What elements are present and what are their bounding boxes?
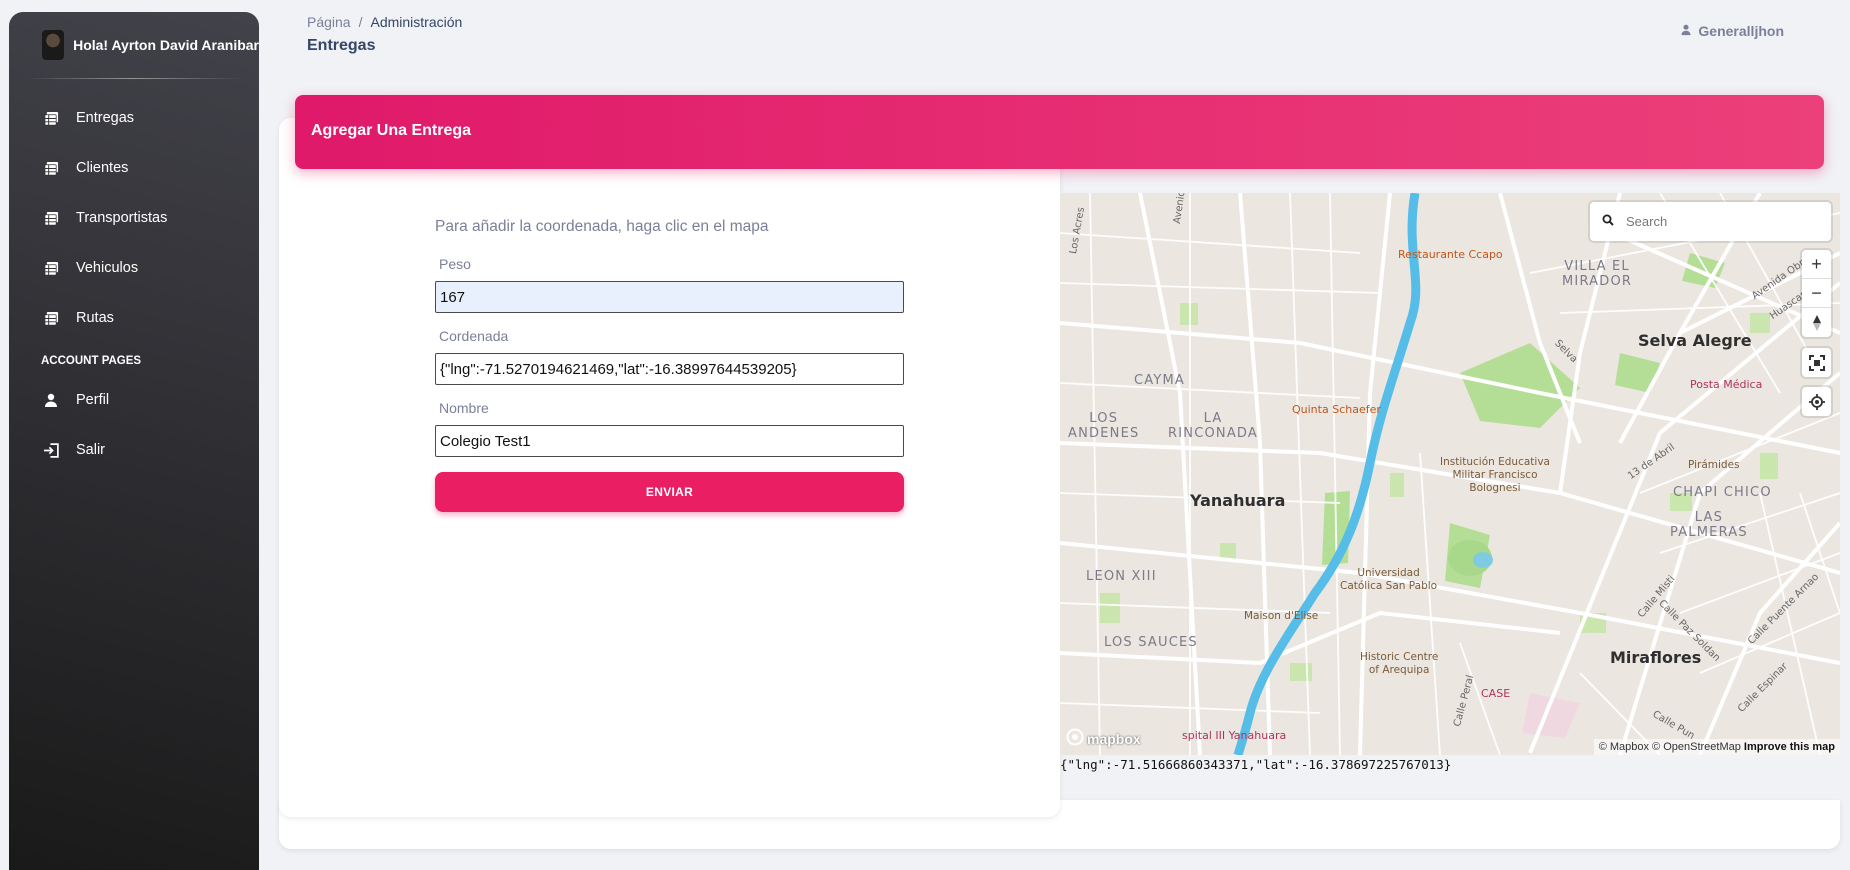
breadcrumb: Página / Administración — [307, 14, 462, 30]
zoom-out-icon[interactable]: − — [1802, 279, 1831, 308]
peso-input[interactable] — [435, 281, 904, 313]
sidebar-item-label: Vehiculos — [76, 260, 139, 276]
compass-icon[interactable] — [1802, 308, 1831, 337]
user-name: Generalljhon — [1698, 23, 1784, 39]
login-icon — [42, 441, 60, 459]
sidebar-item-label: Rutas — [76, 310, 114, 326]
card-header: Agregar Una Entrega — [295, 95, 1824, 169]
sidebar-item-entregas[interactable]: Entregas — [9, 93, 259, 143]
mapbox-wordmark: mapbox — [1087, 730, 1141, 747]
map-label-quinta: Quinta Schaefer — [1292, 403, 1381, 416]
table-icon — [42, 109, 60, 127]
sidebar-item-label: Perfil — [76, 392, 110, 408]
map-label-case: CASE — [1481, 687, 1511, 700]
card-title: Agregar Una Entrega — [311, 122, 472, 139]
map-label-la-rinconada: LA RINCONADA — [1168, 411, 1258, 441]
sidebar-item-label: Entregas — [76, 110, 135, 126]
sidebar-item-salir[interactable]: Salir — [9, 425, 259, 475]
map-label-yanahuara: Yanahuara — [1190, 491, 1286, 510]
map-label-los-andenes: LOS ANDENES — [1068, 411, 1140, 441]
map-label-leon: LEON XIII — [1086, 569, 1157, 584]
map[interactable]: Restaurante Ccapo VILLA EL MIRADOR Selva… — [1060, 193, 1840, 755]
form-hint: Para añadir la coordenada, haga clic en … — [435, 218, 769, 235]
nombre-input[interactable] — [435, 425, 904, 457]
sidebar-item-perfil[interactable]: Perfil — [9, 375, 259, 425]
mapbox-logo[interactable]: mapbox — [1066, 728, 1141, 749]
map-label-selva-alegre: Selva Alegre — [1638, 331, 1752, 350]
table-icon — [42, 159, 60, 177]
sidebar: Hola! Ayrton David Aranibar Entregas Cli… — [9, 12, 259, 870]
person-icon — [1680, 23, 1692, 39]
breadcrumb-current: Administración — [370, 14, 463, 30]
map-label-institucion: Institución Educativa Militar Francisco … — [1440, 456, 1550, 494]
map-label-miraflores: Miraflores — [1610, 648, 1702, 667]
search-icon — [1602, 214, 1614, 229]
avatar — [42, 30, 65, 60]
map-label-cayma: CAYMA — [1134, 373, 1186, 388]
map-label-piramides: Pirámides — [1688, 459, 1740, 471]
sidebar-item-rutas[interactable]: Rutas — [9, 293, 259, 343]
sidebar-item-label: Salir — [76, 442, 106, 458]
map-attribution: © Mapbox © OpenStreetMap Improve this ma… — [1593, 739, 1840, 755]
sidebar-item-label: Transportistas — [76, 210, 168, 226]
map-label-posta: Posta Médica — [1690, 378, 1763, 391]
fullscreen-icon[interactable] — [1802, 348, 1831, 377]
attribution-text[interactable]: © Mapbox © OpenStreetMap — [1599, 741, 1741, 753]
map-search[interactable]: Search — [1590, 202, 1831, 241]
zoom-controls: + − — [1802, 250, 1831, 337]
improve-map-link[interactable]: Improve this map — [1744, 741, 1835, 753]
section-label: ACCOUNT PAGES — [41, 355, 142, 367]
breadcrumb-separator: / — [358, 14, 363, 30]
user-menu[interactable]: Generalljhon — [1680, 23, 1784, 39]
cordenada-label: Cordenada — [439, 328, 509, 344]
geolocate-icon[interactable] — [1802, 387, 1831, 416]
sidebar-brand[interactable]: Hola! Ayrton David Aranibar — [9, 12, 259, 78]
geolocate-control — [1802, 387, 1831, 416]
map-label-maison: Maison d'Elise — [1244, 610, 1319, 622]
sidebar-item-transportistas[interactable]: Transportistas — [9, 193, 259, 243]
map-label-chapi: CHAPI CHICO — [1673, 485, 1772, 500]
table-icon — [42, 259, 60, 277]
delivery-form: Para añadir la coordenada, haga clic en … — [435, 218, 904, 512]
greeting: Hola! Ayrton David Aranibar — [73, 37, 259, 53]
sidebar-account-nav: Perfil Salir — [9, 375, 259, 475]
map-label-las-palmeras: LAS PALMERAS — [1670, 510, 1748, 540]
sidebar-divider — [25, 78, 243, 79]
cordenada-input[interactable] — [435, 353, 904, 385]
table-icon — [42, 309, 60, 327]
map-label-historic: Historic Centre of Arequipa — [1360, 651, 1439, 676]
sidebar-item-vehiculos[interactable]: Vehiculos — [9, 243, 259, 293]
map-label-hospital: spital III Yanahuara — [1182, 729, 1287, 742]
fullscreen-control — [1802, 348, 1831, 377]
map-label-universidad: Universidad Católica San Pablo — [1340, 567, 1438, 592]
map-search-placeholder: Search — [1626, 214, 1668, 229]
map-label-restaurante: Restaurante Ccapo — [1398, 248, 1503, 261]
sidebar-item-label: Clientes — [76, 160, 129, 176]
map-label-los-sauces: LOS SAUCES — [1104, 635, 1198, 650]
table-icon — [42, 209, 60, 227]
breadcrumb-root[interactable]: Página — [307, 14, 351, 30]
page-title: Entregas — [307, 37, 376, 54]
clicked-coordinates: {"lng":-71.51666860343371,"lat":-16.3786… — [1060, 757, 1452, 772]
sidebar-nav: Entregas Clientes Transportistas Vehicul… — [9, 93, 259, 343]
zoom-in-icon[interactable]: + — [1802, 250, 1831, 279]
map-label-villa: VILLA EL MIRADOR — [1562, 259, 1633, 289]
nombre-label: Nombre — [439, 400, 489, 416]
mapbox-icon — [1066, 728, 1084, 749]
sidebar-item-clientes[interactable]: Clientes — [9, 143, 259, 193]
peso-label: Peso — [439, 256, 471, 272]
enviar-button[interactable]: ENVIAR — [435, 472, 904, 512]
person-icon — [42, 391, 60, 409]
